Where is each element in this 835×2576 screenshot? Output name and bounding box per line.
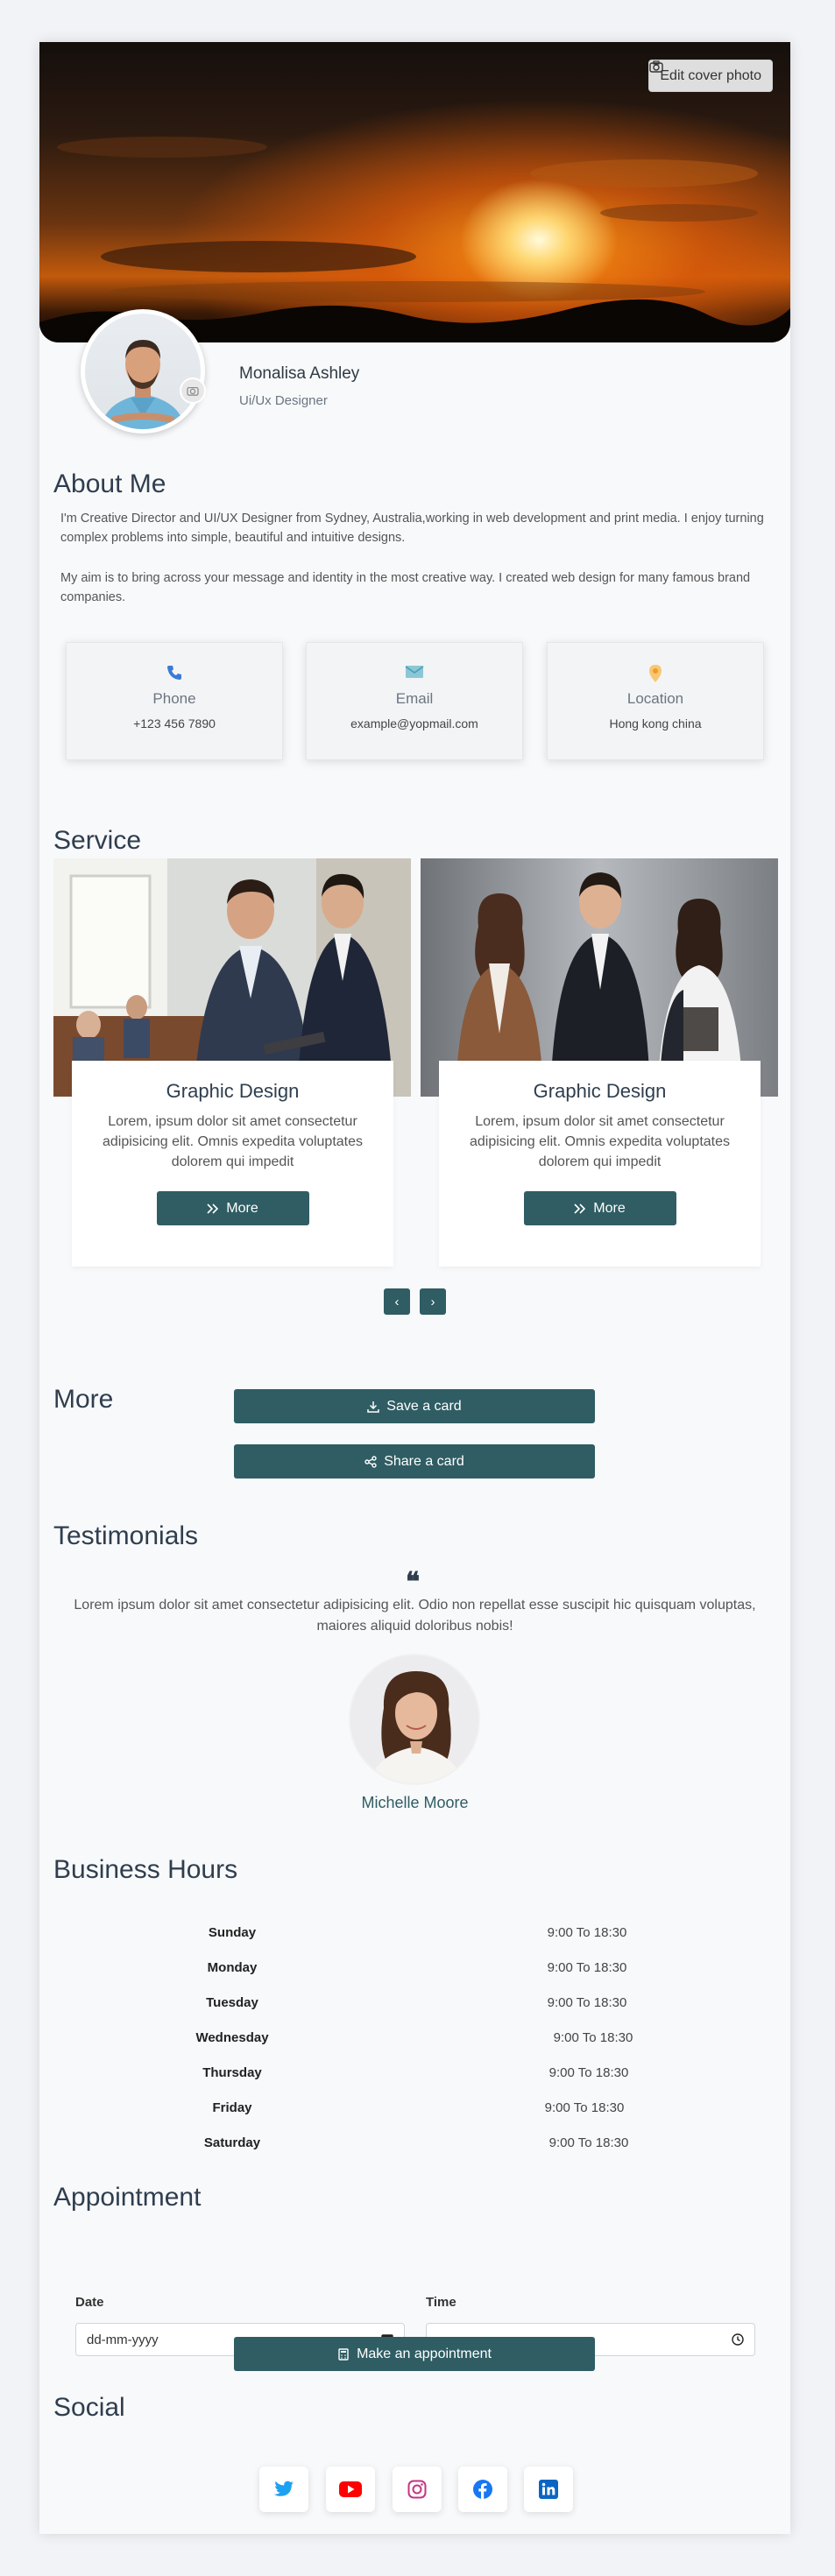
share-icon [364, 1455, 377, 1468]
double-chevron-right-icon [574, 1203, 586, 1214]
more-title: More [53, 1385, 114, 1414]
contact-location[interactable]: Location Hong kong china [547, 642, 764, 760]
hours-row: Tuesday 9:00 To 18:30 [39, 1995, 790, 2030]
business-hours-title: Business Hours [53, 1855, 238, 1884]
avatar-photo [101, 340, 185, 429]
testimonial-photo [350, 1655, 478, 1783]
service-card-title: Graphic Design [166, 1080, 300, 1102]
twitter-link[interactable] [259, 2467, 308, 2512]
contact-label: Phone [152, 690, 196, 707]
instagram-link[interactable] [393, 2467, 442, 2512]
cover-photo: Edit cover photo [39, 42, 790, 342]
hours-time: 9:00 To 18:30 [547, 1995, 627, 2010]
contact-value: Hong kong china [609, 716, 702, 730]
share-card-label: Share a card [384, 1453, 464, 1469]
double-chevron-right-icon [207, 1203, 219, 1214]
hours-row: Sunday 9:00 To 18:30 [39, 1925, 790, 1960]
hours-row: Wednesday 9:00 To 18:30 [39, 2030, 790, 2065]
hours-time: 9:00 To 18:30 [547, 1925, 627, 1940]
save-card-label: Save a card [386, 1398, 462, 1414]
hours-day: Friday [212, 2100, 252, 2115]
hours-time: 9:00 To 18:30 [547, 1960, 627, 1975]
hours-time: 9:00 To 18:30 [548, 2065, 629, 2080]
service-more-button[interactable]: More [156, 1191, 309, 1225]
linkedin-link[interactable] [524, 2467, 573, 2512]
hours-day: Saturday [203, 2135, 261, 2150]
change-avatar-button[interactable] [180, 378, 206, 404]
service-card-title: Graphic Design [533, 1080, 667, 1102]
contact-label: Location [626, 690, 684, 707]
about-title: About Me [53, 469, 166, 498]
save-card-button[interactable]: Save a card [234, 1389, 595, 1423]
edit-cover-label: Edit cover photo [660, 67, 761, 83]
about-paragraph-1: I'm Creative Director and UI/UX Designer… [60, 512, 764, 545]
make-appointment-label: Make an appointment [357, 2346, 492, 2361]
about-paragraph-2: My aim is to bring across your message a… [60, 571, 751, 604]
contact-label: Email [395, 690, 434, 707]
facebook-link[interactable] [458, 2467, 507, 2512]
hours-time: 9:00 To 18:30 [548, 2135, 629, 2150]
contact-value: +123 456 7890 [133, 716, 216, 730]
avatar[interactable] [81, 309, 205, 434]
profile-name: Monalisa Ashley [239, 364, 360, 383]
youtube-icon [339, 2481, 362, 2497]
testimonial-quote: Lorem ipsum dolor sit amet consectetur a… [74, 1598, 756, 1634]
time-label: Time [426, 2295, 456, 2310]
hours-time: 9:00 To 18:30 [544, 2100, 625, 2115]
linkedin-icon [539, 2480, 558, 2499]
phone-icon [167, 666, 181, 680]
contact-value: example@yopmail.com [350, 716, 478, 730]
testimonial-avatar [349, 1654, 480, 1785]
instagram-icon [407, 2480, 427, 2499]
hours-row: Friday 9:00 To 18:30 [39, 2100, 790, 2135]
hours-day: Monday [207, 1960, 258, 1975]
download-icon [367, 1401, 380, 1413]
camera-icon [187, 386, 199, 396]
service-title: Service [53, 826, 142, 855]
edit-cover-button[interactable]: Edit cover photo [648, 60, 773, 92]
profile-card: Edit cover photo Monalisa Ashley Ui/Ux D… [39, 42, 790, 2534]
service-card: Graphic Design Lorem, ipsum dolor sit am… [72, 1061, 393, 1267]
date-label: Date [75, 2295, 104, 2310]
service-more-button[interactable]: More [523, 1191, 676, 1225]
testimonial-name: Michelle Moore [361, 1794, 469, 1811]
make-appointment-button[interactable]: Make an appointment [234, 2337, 595, 2371]
hours-row: Saturday 9:00 To 18:30 [39, 2135, 790, 2170]
quote-icon: ❝ [406, 1567, 421, 1598]
service-more-label: More [226, 1200, 258, 1216]
carousel-next-button[interactable]: › [420, 1288, 446, 1315]
testimonials-title: Testimonials [53, 1521, 199, 1550]
clock-icon[interactable] [732, 2333, 744, 2346]
hours-row: Monday 9:00 To 18:30 [39, 1960, 790, 1995]
youtube-link[interactable] [326, 2467, 375, 2512]
facebook-icon [473, 2480, 492, 2499]
hours-time: 9:00 To 18:30 [553, 2030, 633, 2045]
hours-day: Sunday [208, 1925, 257, 1940]
calculator-icon [338, 2347, 349, 2361]
service-card-description: Lorem, ipsum dolor sit amet consectetur … [102, 1114, 364, 1169]
hours-day: Wednesday [195, 2030, 269, 2045]
service-card: Graphic Design Lorem, ipsum dolor sit am… [439, 1061, 761, 1267]
appointment-title: Appointment [53, 2183, 202, 2212]
share-card-button[interactable]: Share a card [234, 1444, 595, 1479]
carousel-prev-button[interactable]: ‹ [384, 1288, 410, 1315]
envelope-icon [405, 666, 424, 678]
hours-day: Thursday [202, 2065, 262, 2080]
date-placeholder: dd-mm-yyyy [87, 2332, 159, 2347]
hours-row: Thursday 9:00 To 18:30 [39, 2065, 790, 2100]
hours-day: Tuesday [206, 1995, 258, 2010]
contact-email[interactable]: Email example@yopmail.com [306, 642, 523, 760]
contact-phone[interactable]: Phone +123 456 7890 [66, 642, 283, 760]
map-pin-icon [649, 665, 662, 682]
camera-icon [649, 60, 664, 73]
profile-role: Ui/Ux Designer [239, 393, 328, 408]
social-title: Social [53, 2393, 125, 2422]
service-more-label: More [593, 1200, 626, 1216]
twitter-icon [273, 2481, 294, 2496]
service-card-description: Lorem, ipsum dolor sit amet consectetur … [469, 1114, 731, 1169]
